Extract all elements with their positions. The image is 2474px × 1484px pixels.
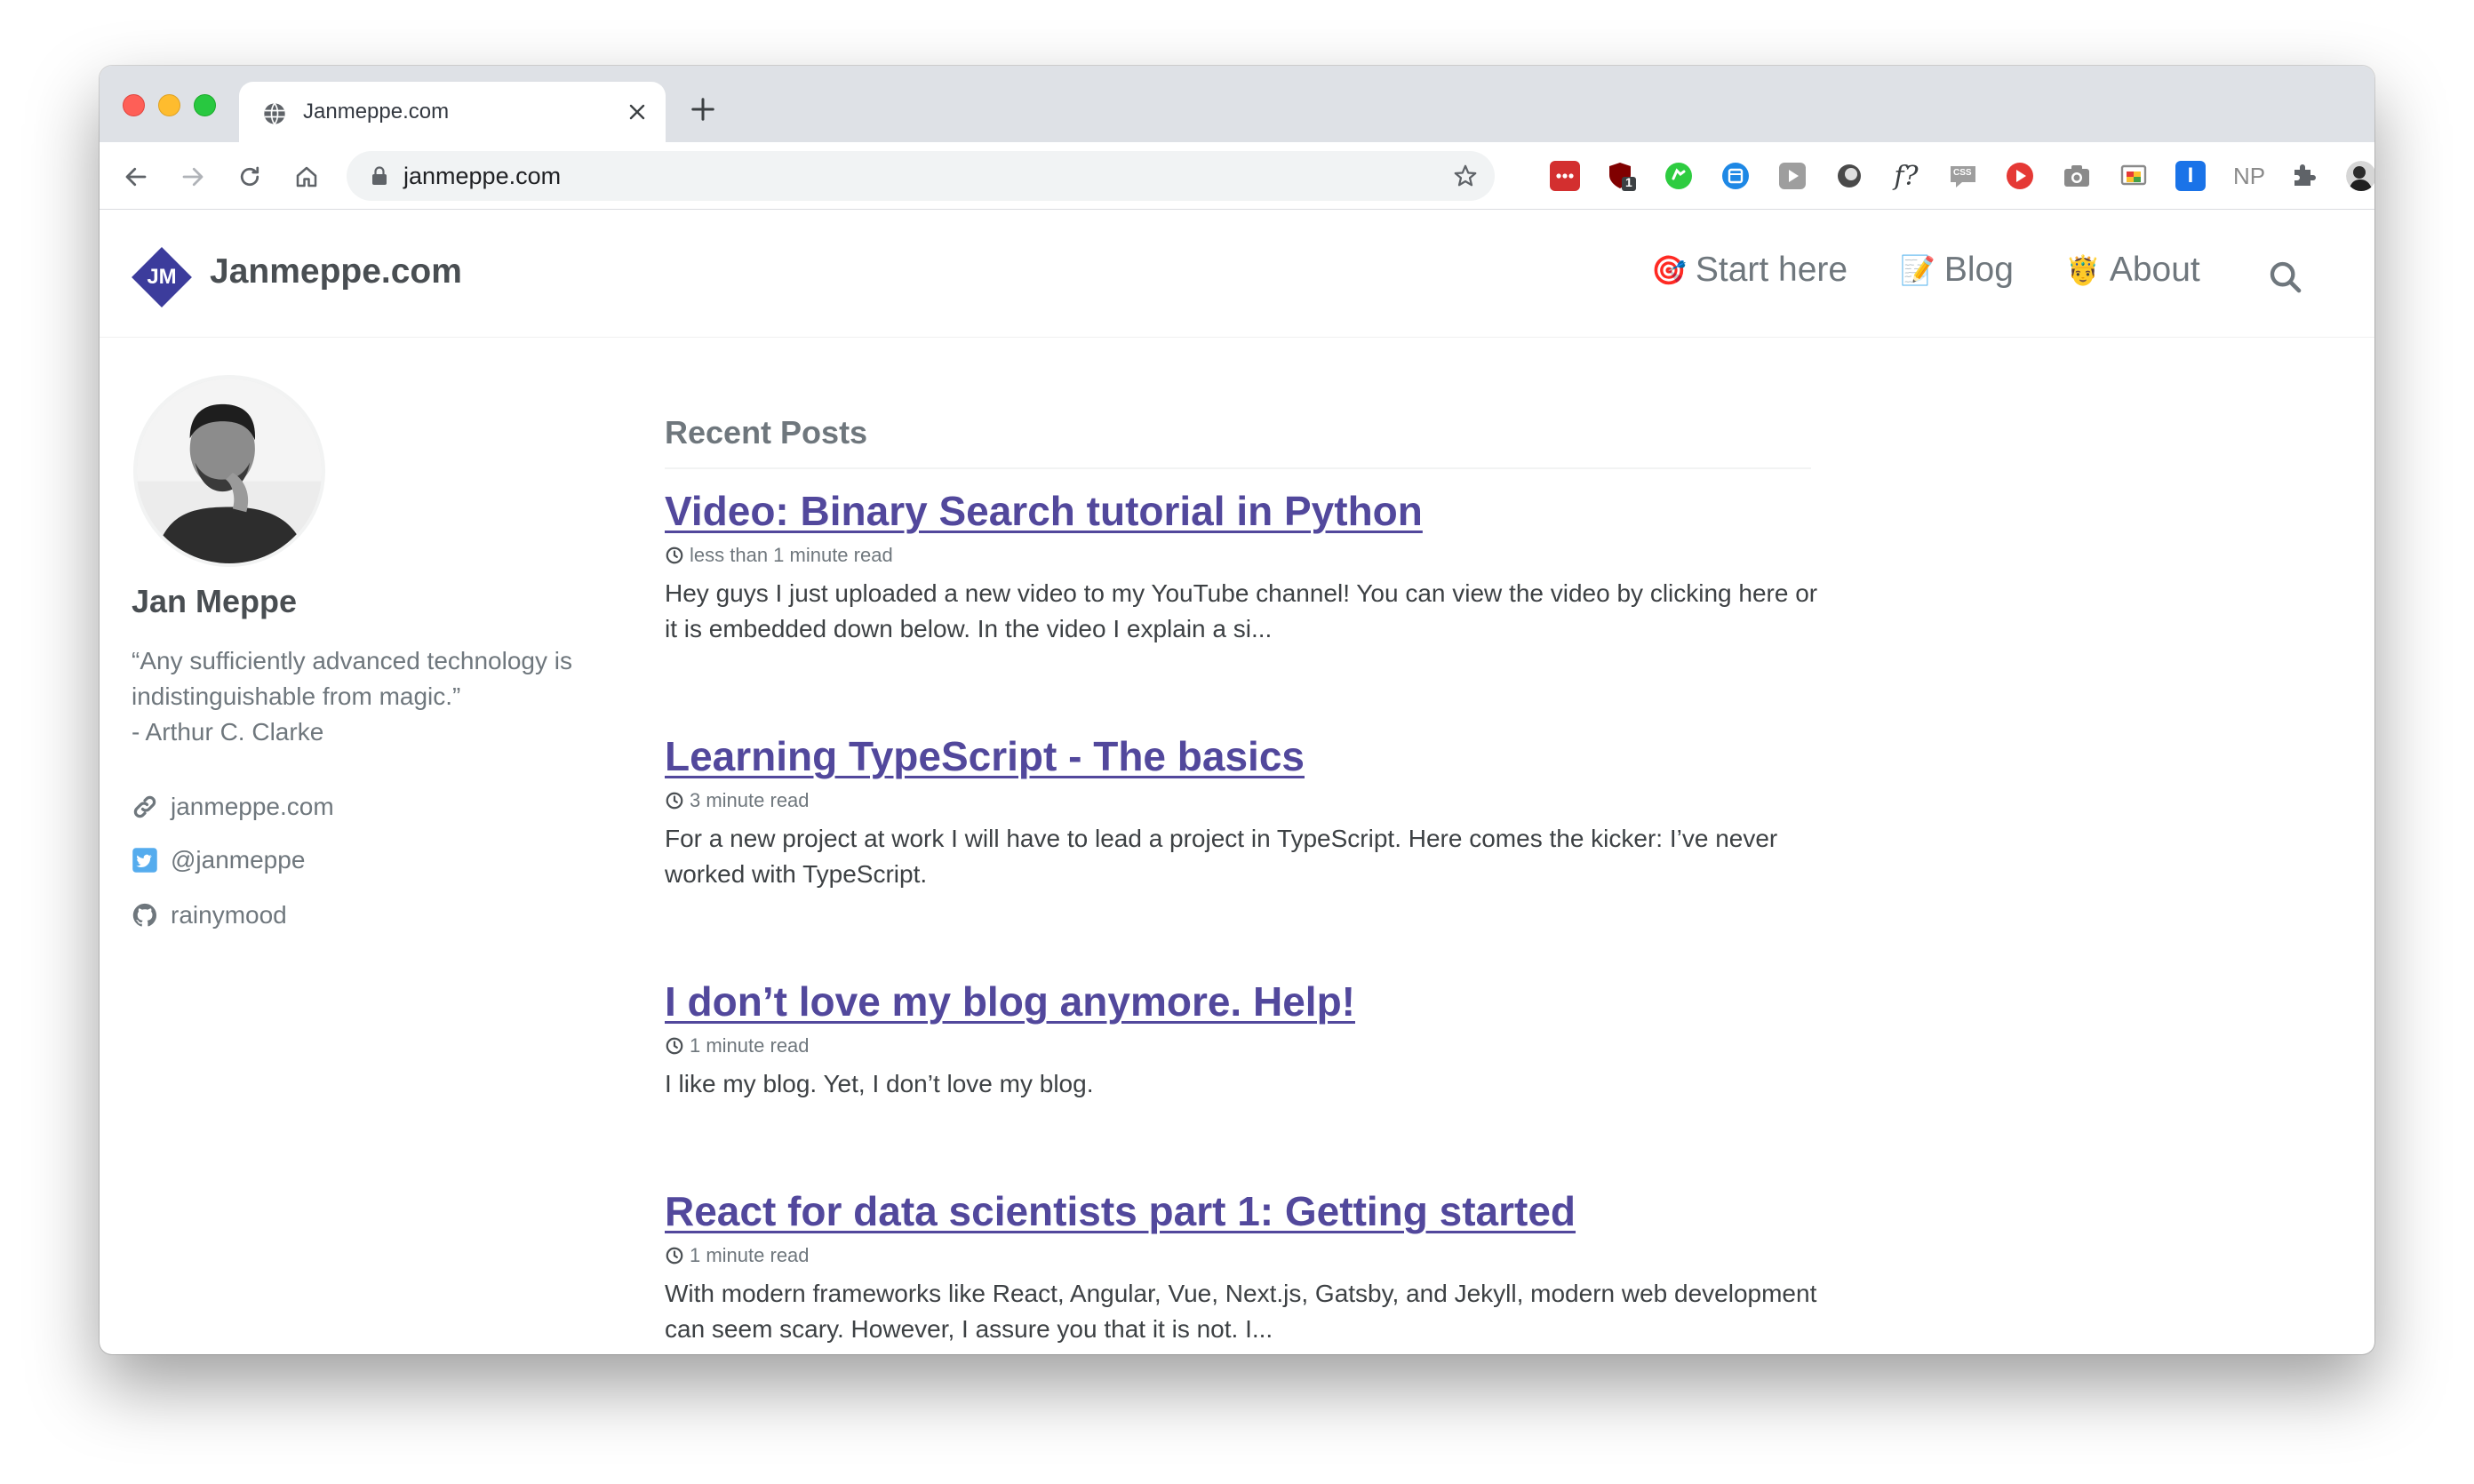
whatfont-icon[interactable]: f? (1891, 160, 1921, 192)
post-item: Video: Binary Search tutorial in Python … (665, 487, 1820, 647)
recent-posts-heading: Recent Posts (665, 414, 868, 451)
tab-janmeppe[interactable]: Janmeppe.com (239, 82, 666, 142)
address-bar[interactable]: janmeppe.com (347, 151, 1495, 201)
site-header: JM Janmeppe.com 🎯 Start here 📝 Blog 🤴 Ab… (100, 210, 2374, 338)
tab-strip: Janmeppe.com (100, 66, 2374, 142)
post-title-link[interactable]: React for data scientists part 1: Gettin… (665, 1187, 1820, 1235)
puzzle-icon[interactable] (2289, 161, 2319, 191)
nav-blog[interactable]: 📝 Blog (1900, 251, 2014, 290)
close-tab-icon[interactable] (626, 101, 648, 123)
ublock-badge: 1 (1625, 175, 1632, 189)
forward-icon[interactable] (180, 164, 206, 190)
nav-about[interactable]: 🤴 About (2065, 251, 2200, 290)
reload-icon[interactable] (236, 164, 263, 190)
home-icon[interactable] (293, 164, 320, 190)
clock-icon (666, 792, 683, 810)
post-item: Learning TypeScript - The basics 3 minut… (665, 732, 1820, 892)
search-icon[interactable] (2268, 259, 2303, 295)
url-text[interactable]: janmeppe.com (403, 163, 561, 190)
author-name: Jan Meppe (132, 583, 298, 619)
globe-icon (264, 102, 285, 125)
nav-label: Blog (1943, 251, 2014, 289)
prince-icon: 🤴 (2065, 254, 2101, 286)
info-label: I (2187, 164, 2194, 187)
cast-icon[interactable] (2119, 161, 2149, 191)
author-link-website[interactable]: janmeppe.com (132, 793, 334, 821)
site-brand[interactable]: Janmeppe.com (210, 252, 462, 291)
author-link-label: @janmeppe (171, 846, 306, 874)
post-title-link[interactable]: Learning TypeScript - The basics (665, 732, 1820, 780)
close-window-button[interactable] (123, 94, 145, 116)
bio-line: indistinguishable from magic.” (132, 682, 461, 710)
new-tab-icon[interactable] (690, 96, 716, 123)
back-icon[interactable] (123, 164, 149, 190)
np-label: NP (2232, 162, 2266, 189)
lock-icon[interactable] (371, 166, 387, 186)
twitter-icon (132, 848, 157, 873)
minimize-window-button[interactable] (158, 94, 180, 116)
author-link-twitter[interactable]: @janmeppe (132, 846, 305, 874)
blue-extension-icon[interactable] (1720, 161, 1751, 191)
read-time: 1 minute read (690, 1244, 810, 1266)
bio-line: “Any sufficiently advanced technology is (132, 647, 572, 674)
post-excerpt: For a new project at work I will have to… (665, 825, 1778, 888)
post-meta: 1 minute read (665, 1034, 1820, 1057)
author-link-github[interactable]: rainymood (132, 901, 287, 929)
clock-icon (666, 547, 683, 564)
post-item: React for data scientists part 1: Gettin… (665, 1187, 1820, 1347)
css-extension-icon[interactable]: CSS (1948, 161, 1978, 191)
author-avatar (133, 375, 325, 567)
post-title-link[interactable]: I don’t love my blog anymore. Help! (665, 977, 1820, 1025)
bio-line: - Arthur C. Clarke (132, 718, 324, 746)
author-link-label: rainymood (171, 901, 287, 929)
info-extension-icon[interactable]: I (2175, 161, 2206, 191)
bookmark-star-icon[interactable] (1452, 163, 1479, 189)
post-meta: 1 minute read (665, 1244, 1820, 1267)
lastpass-icon[interactable] (1550, 161, 1580, 191)
read-time: less than 1 minute read (690, 544, 893, 566)
profile-avatar[interactable] (2346, 161, 2374, 191)
link-icon (133, 795, 156, 818)
nav-start-here[interactable]: 🎯 Start here (1651, 251, 1848, 290)
author-bio: “Any sufficiently advanced technology is… (132, 643, 629, 750)
ublock-icon[interactable]: 1 (1607, 161, 1637, 191)
github-icon (132, 903, 157, 927)
post-item: I don’t love my blog anymore. Help! 1 mi… (665, 977, 1820, 1102)
youtube-icon[interactable] (2005, 161, 2035, 191)
author-link-label: janmeppe.com (171, 793, 334, 820)
post-meta: 3 minute read (665, 789, 1820, 812)
green-extension-icon[interactable] (1664, 161, 1694, 191)
memo-icon: 📝 (1900, 254, 1935, 286)
read-time: 1 minute read (690, 1034, 810, 1057)
nav-label: Start here (1695, 251, 1848, 289)
post-excerpt: With modern frameworks like React, Angul… (665, 1280, 1817, 1343)
clock-icon (666, 1247, 683, 1265)
site-logo[interactable]: JM (130, 245, 194, 309)
logo-text: JM (147, 265, 177, 289)
post-title-link[interactable]: Video: Binary Search tutorial in Python (665, 487, 1820, 535)
target-icon: 🎯 (1651, 254, 1687, 286)
tab-title: Janmeppe.com (303, 100, 450, 124)
camera-icon[interactable] (2062, 161, 2092, 191)
whatfont-label: f? (1894, 160, 1919, 192)
clock-icon (666, 1037, 683, 1055)
post-meta: less than 1 minute read (665, 544, 1820, 567)
nav-label: About (2109, 251, 2200, 289)
heading-divider (665, 467, 1811, 469)
post-excerpt: Hey guys I just uploaded a new video to … (665, 579, 1818, 642)
read-time: 3 minute read (690, 789, 810, 811)
browser-toolbar: janmeppe.com 1 f? CSS I NP (100, 142, 2374, 210)
post-excerpt: I like my blog. Yet, I don’t love my blo… (665, 1070, 1094, 1097)
play-icon[interactable] (1777, 161, 1808, 191)
np-extension-icon[interactable]: NP (2231, 161, 2268, 191)
browser-window: Janmeppe.com janmeppe.com 1 f? CSS I NP … (100, 66, 2374, 1354)
css-label: CSS (1953, 168, 1972, 178)
maximize-window-button[interactable] (194, 94, 216, 116)
circle-extension-icon[interactable] (1834, 161, 1864, 191)
